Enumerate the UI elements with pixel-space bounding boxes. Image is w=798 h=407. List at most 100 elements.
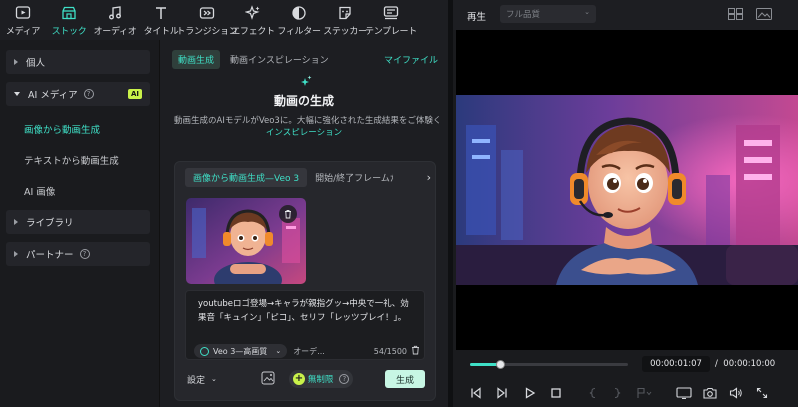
tool-label: タイトル xyxy=(143,26,179,37)
tab-image-to-video-veo3[interactable]: 画像から動画生成—Veo 3 xyxy=(185,167,308,187)
previous-frame-icon[interactable] xyxy=(467,384,485,402)
model-select[interactable]: Veo 3—高画質 ⌄ xyxy=(194,344,288,358)
display-icon[interactable] xyxy=(675,384,693,402)
tool-template[interactable]: テンプレート xyxy=(365,0,417,40)
playback-controls: 00:00:01:07 / 00:00:10:00 xyxy=(453,350,798,407)
my-files-link[interactable]: マイファイル xyxy=(384,53,438,66)
total-time: / 00:00:10:00 xyxy=(715,359,775,369)
audio-option[interactable]: オーデ... xyxy=(293,346,325,357)
chevron-right-icon xyxy=(14,219,18,225)
credits-unlimited[interactable]: + 無制限 ? xyxy=(288,370,354,388)
transport-controls xyxy=(467,384,787,402)
quality-select[interactable]: フル品質 ⌄ xyxy=(500,5,596,23)
tool-label: トランジション xyxy=(176,26,238,37)
filter-icon xyxy=(290,4,308,22)
tool-sticker[interactable]: ステッカー xyxy=(322,0,368,40)
sidebar-item-ai-image[interactable]: AI 画像 xyxy=(24,184,55,198)
progress-handle[interactable] xyxy=(496,360,506,369)
chevron-down-icon: ⌄ xyxy=(584,8,590,16)
stop-icon[interactable] xyxy=(547,384,565,402)
music-note-icon xyxy=(106,4,124,22)
player-header: 再生 フル品質 ⌄ xyxy=(453,0,798,30)
plus-icon: + xyxy=(292,373,305,385)
generation-tabs: 動画生成 動画インスピレーション xyxy=(172,50,329,69)
sidebar-item-image-to-video[interactable]: 画像から動画生成 xyxy=(24,122,100,136)
sidebar-section-library[interactable]: ライブラリ xyxy=(6,210,150,234)
progress-slider[interactable] xyxy=(470,360,628,369)
video-frame xyxy=(456,95,798,285)
tool-transition[interactable]: トランジション xyxy=(177,0,238,40)
chevron-right-icon[interactable]: › xyxy=(427,171,431,184)
volume-icon[interactable] xyxy=(727,384,745,402)
total-time-value: 00:00:10:00 xyxy=(723,359,776,369)
help-icon[interactable]: ? xyxy=(339,374,350,384)
transition-icon xyxy=(198,4,216,22)
help-icon[interactable]: ? xyxy=(79,249,90,259)
mark-out-icon[interactable] xyxy=(607,384,625,402)
tool-audio[interactable]: オーディオ xyxy=(92,0,138,40)
tool-effect[interactable]: エフェクト xyxy=(230,0,276,40)
tab-start-end-frame[interactable]: 開始/終了フレームか xyxy=(315,171,393,184)
tool-label: テンプレート xyxy=(365,26,417,37)
marker-icon[interactable] xyxy=(635,384,653,402)
generation-footer: 設定 ⌄ + 無制限 ? 生成 xyxy=(187,369,425,389)
prompt-field[interactable]: youtubeロゴ登場→キャラが親指グッ→中央で一礼、効果音「キュイン」「ピコ」… xyxy=(185,290,425,360)
ai-badge: AI xyxy=(127,89,142,99)
title-text-icon xyxy=(152,4,170,22)
tool-media[interactable]: メディア xyxy=(0,0,46,40)
time-separator: / xyxy=(715,359,718,369)
sidebar-section-partner[interactable]: パートナー ? xyxy=(6,242,150,266)
tool-stock[interactable]: ストック xyxy=(46,0,92,40)
camera-icon[interactable] xyxy=(701,384,719,402)
chevron-down-icon xyxy=(14,92,20,96)
preview-player: 再生 フル品質 ⌄ 00:00:01:07 / 00:00:10:00 xyxy=(453,0,798,407)
generate-button[interactable]: 生成 xyxy=(385,370,425,388)
tool-filter[interactable]: フィルター xyxy=(276,0,322,40)
sticker-icon xyxy=(336,4,354,22)
stock-icon xyxy=(60,4,78,22)
prompt-footer: Veo 3—高画質 ⌄ オーデ... 54/1500 xyxy=(194,344,420,358)
model-check-icon xyxy=(200,346,209,356)
video-generation-panel: 動画生成 動画インスピレーション マイファイル 動画の生成 動画生成のAIモデル… xyxy=(160,40,448,407)
mark-in-icon[interactable] xyxy=(585,384,603,402)
tool-label: ステッカー xyxy=(323,26,367,37)
sparkle-icon xyxy=(300,75,312,92)
grid-view-icon[interactable] xyxy=(728,8,744,23)
player-title: 再生 xyxy=(467,12,487,23)
chevron-right-icon xyxy=(14,59,18,65)
ai-image-tool-icon[interactable] xyxy=(261,371,275,388)
tab-video-generation[interactable]: 動画生成 xyxy=(172,50,221,69)
tool-label: ストック xyxy=(51,26,87,37)
delete-image-button[interactable] xyxy=(279,205,297,223)
template-icon xyxy=(382,4,400,22)
tool-label: メディア xyxy=(5,26,41,37)
sidebar-section-ai-media[interactable]: AI メディア ? AI xyxy=(6,82,150,106)
effect-icon xyxy=(244,4,262,22)
chevron-down-icon[interactable]: ⌄ xyxy=(211,375,217,383)
help-icon[interactable]: ? xyxy=(83,89,94,99)
clear-prompt-icon[interactable] xyxy=(411,345,420,358)
play-icon[interactable] xyxy=(521,384,539,402)
tab-video-inspiration[interactable]: 動画インスピレーション xyxy=(230,53,329,66)
prompt-text[interactable]: youtubeロゴ登場→キャラが親指グッ→中央で一礼、効果音「キュイン」「ピコ」… xyxy=(198,297,416,325)
current-time[interactable]: 00:00:01:07 xyxy=(642,356,710,372)
chevron-down-icon: ⌄ xyxy=(275,347,282,355)
sidebar-section-label: AI メディア xyxy=(28,90,78,101)
sidebar-section-personal[interactable]: 個人 xyxy=(6,50,150,74)
settings-dropdown[interactable]: 設定 xyxy=(187,373,205,386)
sidebar-section-label: パートナー xyxy=(26,250,74,261)
inspiration-link[interactable]: インスピレーション xyxy=(160,126,448,138)
preview-screen[interactable] xyxy=(456,30,798,350)
generation-card: 画像から動画生成—Veo 3 開始/終了フレームか › youtubeロゴ登場→… xyxy=(174,161,436,401)
credits-label: 無制限 xyxy=(307,375,334,385)
snapshot-image-icon[interactable] xyxy=(756,8,772,23)
category-sidebar: 個人 AI メディア ? AI 画像から動画生成 テキストから動画生成 AI 画… xyxy=(0,40,160,407)
sidebar-item-text-to-video[interactable]: テキストから動画生成 xyxy=(24,153,119,167)
panel-description: 動画生成のAIモデルがVeo3に。大幅に強化された生成結果をご体験く xyxy=(174,116,442,126)
next-frame-icon[interactable] xyxy=(493,384,511,402)
fullscreen-icon[interactable] xyxy=(753,384,771,402)
tool-label: オーディオ xyxy=(93,26,137,37)
sidebar-section-label: 個人 xyxy=(26,58,46,69)
model-select-label: Veo 3—高画質 xyxy=(213,346,268,356)
chevron-right-icon xyxy=(14,251,18,257)
